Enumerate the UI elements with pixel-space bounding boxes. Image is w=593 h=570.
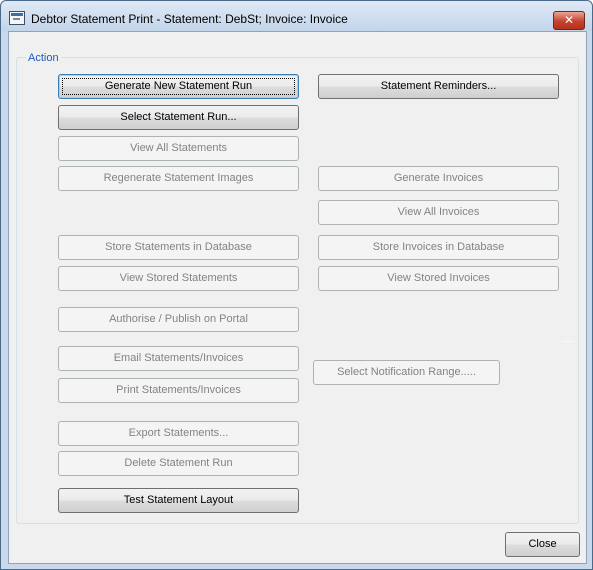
delete-statement-run-button[interactable]: Delete Statement Run [58,451,299,476]
title-bar[interactable]: Debtor Statement Print - Statement: DebS… [1,1,592,31]
close-button[interactable]: Close [505,532,580,557]
regenerate-statement-images-button[interactable]: Regenerate Statement Images [58,166,299,191]
statement-reminders-button[interactable]: Statement Reminders... [318,74,559,99]
test-statement-layout-button[interactable]: Test Statement Layout [58,488,299,513]
email-statements-invoices-button[interactable]: Email Statements/Invoices [58,346,299,371]
select-notification-range-button[interactable]: Select Notification Range..... [313,360,500,385]
dialog-client-area: Action Generate New Statement Run Statem… [8,31,587,564]
print-statements-invoices-button[interactable]: Print Statements/Invoices [58,378,299,403]
view-stored-invoices-button[interactable]: View Stored Invoices [318,266,559,291]
divider-mark [562,341,574,342]
store-invoices-in-database-button[interactable]: Store Invoices in Database [318,235,559,260]
dialog-window: Debtor Statement Print - Statement: DebS… [0,0,593,570]
view-all-invoices-button[interactable]: View All Invoices [318,200,559,225]
action-group-label: Action [26,52,61,64]
generate-invoices-button[interactable]: Generate Invoices [318,166,559,191]
select-statement-run-button[interactable]: Select Statement Run... [58,105,299,130]
window-close-icon[interactable]: ✕ [553,11,585,30]
generate-new-statement-run-button[interactable]: Generate New Statement Run [58,74,299,99]
view-stored-statements-button[interactable]: View Stored Statements [58,266,299,291]
window-title: Debtor Statement Print - Statement: DebS… [31,12,348,26]
store-statements-in-database-button[interactable]: Store Statements in Database [58,235,299,260]
view-all-statements-button[interactable]: View All Statements [58,136,299,161]
export-statements-button[interactable]: Export Statements... [58,421,299,446]
authorise-publish-on-portal-button[interactable]: Authorise / Publish on Portal [58,307,299,332]
window-app-icon [9,11,25,25]
generate-new-statement-run-label: Generate New Statement Run [104,80,253,92]
